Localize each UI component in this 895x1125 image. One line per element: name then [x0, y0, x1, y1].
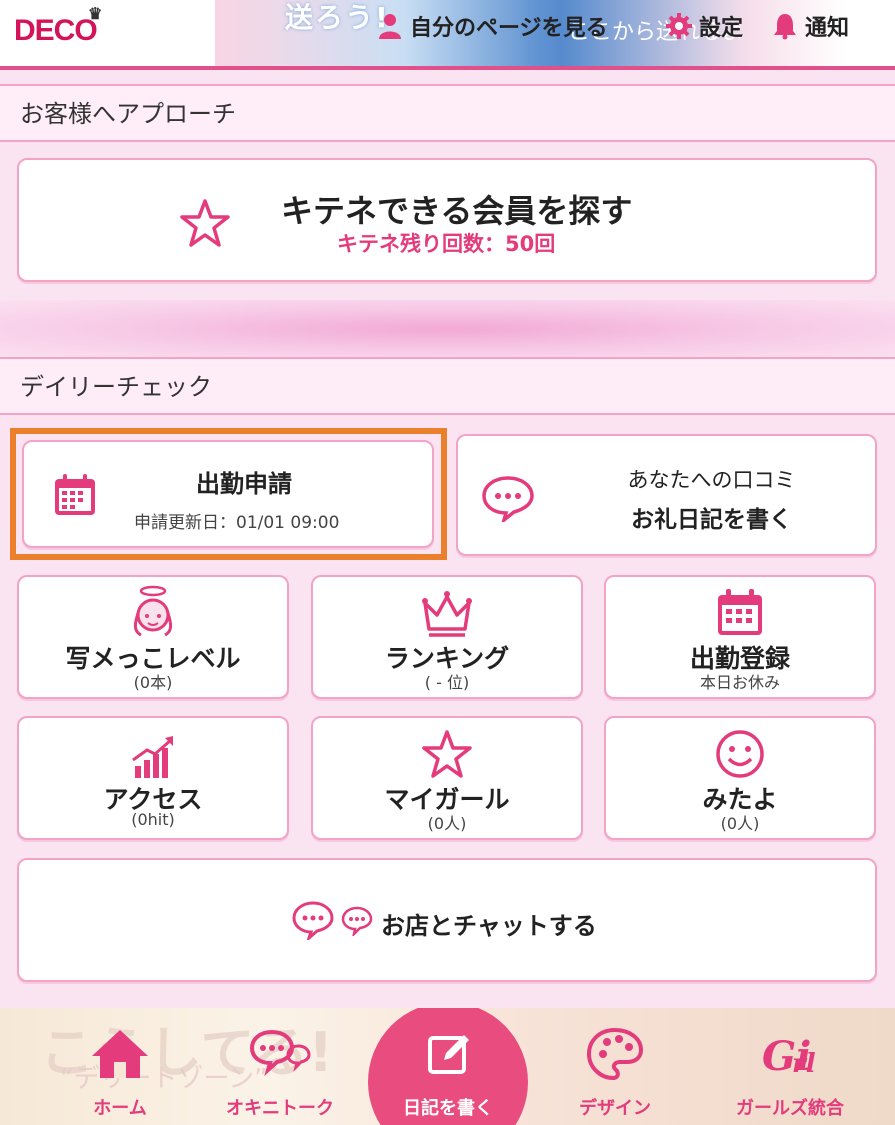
- notify-label: 通知: [805, 16, 850, 41]
- person-icon: [379, 14, 401, 39]
- review-line2: お礼日記を書く: [631, 507, 792, 533]
- tab-home[interactable]: ホーム: [60, 1008, 180, 1125]
- tab-okini-talk-label: オキニトーク: [226, 1098, 334, 1119]
- calendar-icon: [718, 589, 762, 635]
- access-count: (0hit): [131, 810, 175, 829]
- bottom-tab-bar: こうしてる! “デリートゾーン” ホーム オキニトーク 日記を書く デザイン G…: [0, 1008, 895, 1125]
- tab-write-diary[interactable]: 日記を書く: [368, 1008, 528, 1125]
- svg-text:rl: rl: [792, 1049, 816, 1079]
- chat-bubble-icon: [292, 901, 334, 940]
- logo-text: DECO: [14, 14, 98, 47]
- tab-design-label: デザイン: [579, 1098, 651, 1119]
- top-header: 送ろう! ここから送れるよ DECO ♛ 自分のページを見る 設定 通知: [0, 0, 895, 70]
- my-page-label: 自分のページを見る: [410, 16, 608, 41]
- tab-okini-talk[interactable]: オキニトーク: [210, 1008, 350, 1125]
- notify-link[interactable]: 通知: [771, 10, 849, 42]
- review-line1: あなたへの口コミ: [627, 468, 796, 492]
- star-icon: [422, 730, 472, 778]
- banner-text: 送ろう!: [285, 1, 390, 34]
- tab-girls-integration-label: ガールズ統合: [736, 1098, 844, 1119]
- access-button[interactable]: アクセス (0hit): [17, 716, 289, 840]
- ranking-button[interactable]: ランキング ( - 位): [311, 575, 583, 699]
- palette-icon: [586, 1027, 644, 1081]
- chat-with-shop-label: お店とチャットする: [381, 912, 597, 940]
- photo-level-button[interactable]: 写メっこレベル (0本): [17, 575, 289, 699]
- chat-bubbles-icon: [249, 1029, 311, 1077]
- review-thanks-button[interactable]: あなたへの口コミ お礼日記を書く: [456, 434, 877, 556]
- gear-icon: [666, 13, 692, 39]
- settings-link[interactable]: 設定: [665, 10, 743, 42]
- search-members-button[interactable]: キテネできる会員を探す キテネ残り回数：50回: [17, 158, 877, 282]
- crown-icon: ♛: [88, 6, 102, 23]
- chat-with-shop-button[interactable]: お店とチャットする: [17, 858, 877, 982]
- photo-level-count: (0本): [133, 673, 173, 692]
- tab-design[interactable]: デザイン: [555, 1008, 675, 1125]
- bell-icon: [774, 14, 796, 40]
- home-icon: [92, 1030, 148, 1078]
- kitene-remaining: キテネ残り回数：50回: [337, 232, 556, 256]
- approach-heading: お客様へアプローチ: [0, 84, 895, 142]
- small-chat-bubble-icon: [341, 906, 373, 936]
- star-icon: [180, 199, 230, 247]
- tab-write-diary-label: 日記を書く: [403, 1098, 493, 1119]
- tab-girls-integration[interactable]: Gi rl ガールズ統合: [710, 1008, 870, 1125]
- deco-logo[interactable]: DECO ♛: [14, 6, 102, 48]
- attendance-register-status: 本日お休み: [699, 673, 780, 692]
- daily-check-heading: デイリーチェック: [0, 357, 895, 415]
- mitayo-button[interactable]: みたよ (0人): [604, 716, 876, 840]
- bar-chart-icon: [132, 736, 173, 778]
- attendance-register-button[interactable]: 出勤登録 本日お休み: [604, 575, 876, 699]
- search-members-title: キテネできる会員を探す: [281, 192, 633, 230]
- highlight-box: [10, 428, 447, 560]
- pencil-edit-icon: [428, 1035, 469, 1074]
- my-girl-button[interactable]: マイガール (0人): [311, 716, 583, 840]
- crown-icon: [422, 591, 472, 637]
- tab-home-label: ホーム: [93, 1098, 147, 1119]
- girls-logo-icon: Girl: [762, 1033, 816, 1080]
- my-page-link[interactable]: 自分のページを見る: [376, 10, 608, 42]
- angel-girl-icon: [133, 585, 173, 637]
- section-divider: [0, 300, 895, 358]
- ranking-count: ( - 位): [424, 673, 470, 692]
- mitayo-count: (0人): [720, 814, 760, 833]
- settings-label: 設定: [699, 16, 744, 41]
- smiley-icon: [716, 730, 764, 778]
- my-girl-count: (0人): [427, 814, 467, 833]
